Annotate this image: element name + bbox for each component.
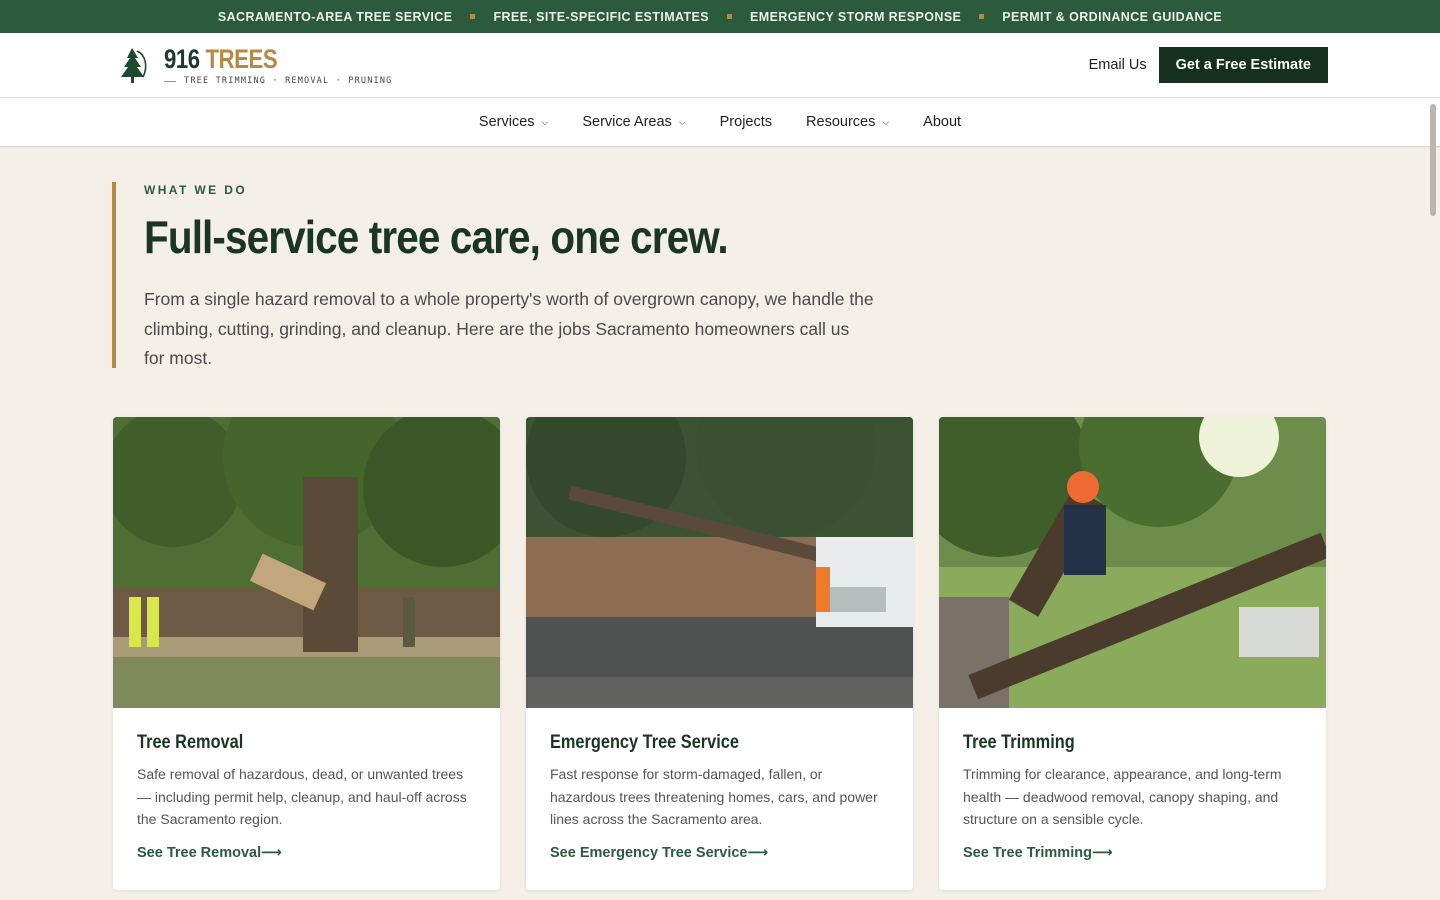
nav-item-label: About — [923, 114, 962, 130]
see-emergency-service-link[interactable]: See Emergency Tree Service⟶ — [550, 845, 768, 861]
logo-word: TREES — [205, 44, 278, 74]
email-us-link[interactable]: Email Us — [1089, 51, 1147, 79]
site-header: 916 TREES TREE TRIMMING · REMOVAL · PRUN… — [0, 33, 1440, 98]
tagline-rule — [164, 80, 176, 82]
header-actions: Email Us Get a Free Estimate — [1089, 47, 1328, 83]
page-scrollbar-thumb[interactable] — [1430, 104, 1436, 216]
nav-item-label: Services — [478, 114, 535, 130]
nav-item-about[interactable]: About — [923, 110, 961, 134]
nav-item-services[interactable]: Services ⌵ — [479, 110, 548, 134]
card-title: Tree Trimming — [963, 732, 1075, 753]
logo-tagline-row: TREE TRIMMING · REMOVAL · PRUNING — [164, 76, 392, 86]
tree-trimming-photo — [939, 417, 1326, 708]
card-title: Emergency Tree Service — [550, 732, 739, 753]
nav-item-label: Projects — [719, 114, 773, 130]
chevron-down-icon: ⌵ — [541, 116, 549, 127]
free-estimate-button[interactable]: Get a Free Estimate — [1158, 47, 1328, 83]
section-eyebrow: WHAT WE DO — [144, 183, 248, 197]
service-card-tree-removal[interactable]: Tree Removal Safe removal of hazardous, … — [113, 417, 500, 890]
separator-dot — [470, 14, 476, 19]
logo-wordmark: 916 TREES — [164, 44, 351, 74]
chevron-down-icon: ⌵ — [882, 116, 890, 127]
see-tree-removal-link[interactable]: See Tree Removal⟶ — [137, 845, 282, 861]
nav-item-projects[interactable]: Projects — [720, 110, 772, 134]
card-title: Tree Removal — [137, 732, 244, 753]
nav-item-service-areas[interactable]: Service Areas ⌵ — [582, 110, 685, 134]
service-card-tree-trimming[interactable]: Tree Trimming Trimming for clearance, ap… — [939, 417, 1326, 890]
announcement-bar: SACRAMENTO-AREA TREE SERVICE FREE, SITE-… — [0, 0, 1440, 33]
site-logo[interactable]: 916 TREES TREE TRIMMING · REMOVAL · PRUN… — [116, 44, 392, 86]
see-tree-trimming-link[interactable]: See Tree Trimming⟶ — [963, 845, 1113, 861]
service-cards: Tree Removal Safe removal of hazardous, … — [113, 417, 1326, 890]
nav-item-label: Service Areas — [582, 114, 672, 130]
tree-removal-photo — [113, 417, 500, 708]
logo-tagline: TREE TRIMMING · REMOVAL · PRUNING — [184, 76, 393, 86]
logo-number: 916 — [164, 44, 200, 74]
separator-dot — [979, 14, 985, 19]
emergency-service-photo — [526, 417, 913, 708]
main-nav: Services ⌵ Service Areas ⌵ Projects Reso… — [0, 98, 1440, 147]
announcement-item: PERMIT & ORDINANCE GUIDANCE — [1002, 9, 1223, 24]
separator-dot — [727, 14, 733, 19]
nav-item-resources[interactable]: Resources ⌵ — [806, 110, 889, 134]
card-description: Trimming for clearance, appearance, and … — [963, 766, 1282, 827]
chevron-down-icon: ⌵ — [678, 116, 686, 127]
card-description: Fast response for storm-damaged, fallen,… — [550, 766, 878, 827]
card-description: Safe removal of hazardous, dead, or unwa… — [137, 766, 467, 827]
announcement-item: FREE, SITE-SPECIFIC ESTIMATES — [493, 9, 710, 24]
announcement-item: EMERGENCY STORM RESPONSE — [750, 9, 962, 24]
nav-item-label: Resources — [806, 114, 876, 130]
pine-tree-icon — [121, 48, 147, 83]
section-headline: Full-service tree care, one crew. — [144, 211, 729, 263]
service-card-emergency[interactable]: Emergency Tree Service Fast response for… — [526, 417, 913, 890]
services-intro: WHAT WE DO Full-service tree care, one c… — [112, 182, 912, 368]
section-lede: From a single hazard removal to a whole … — [144, 289, 874, 368]
announcement-item: SACRAMENTO-AREA TREE SERVICE — [217, 9, 453, 24]
